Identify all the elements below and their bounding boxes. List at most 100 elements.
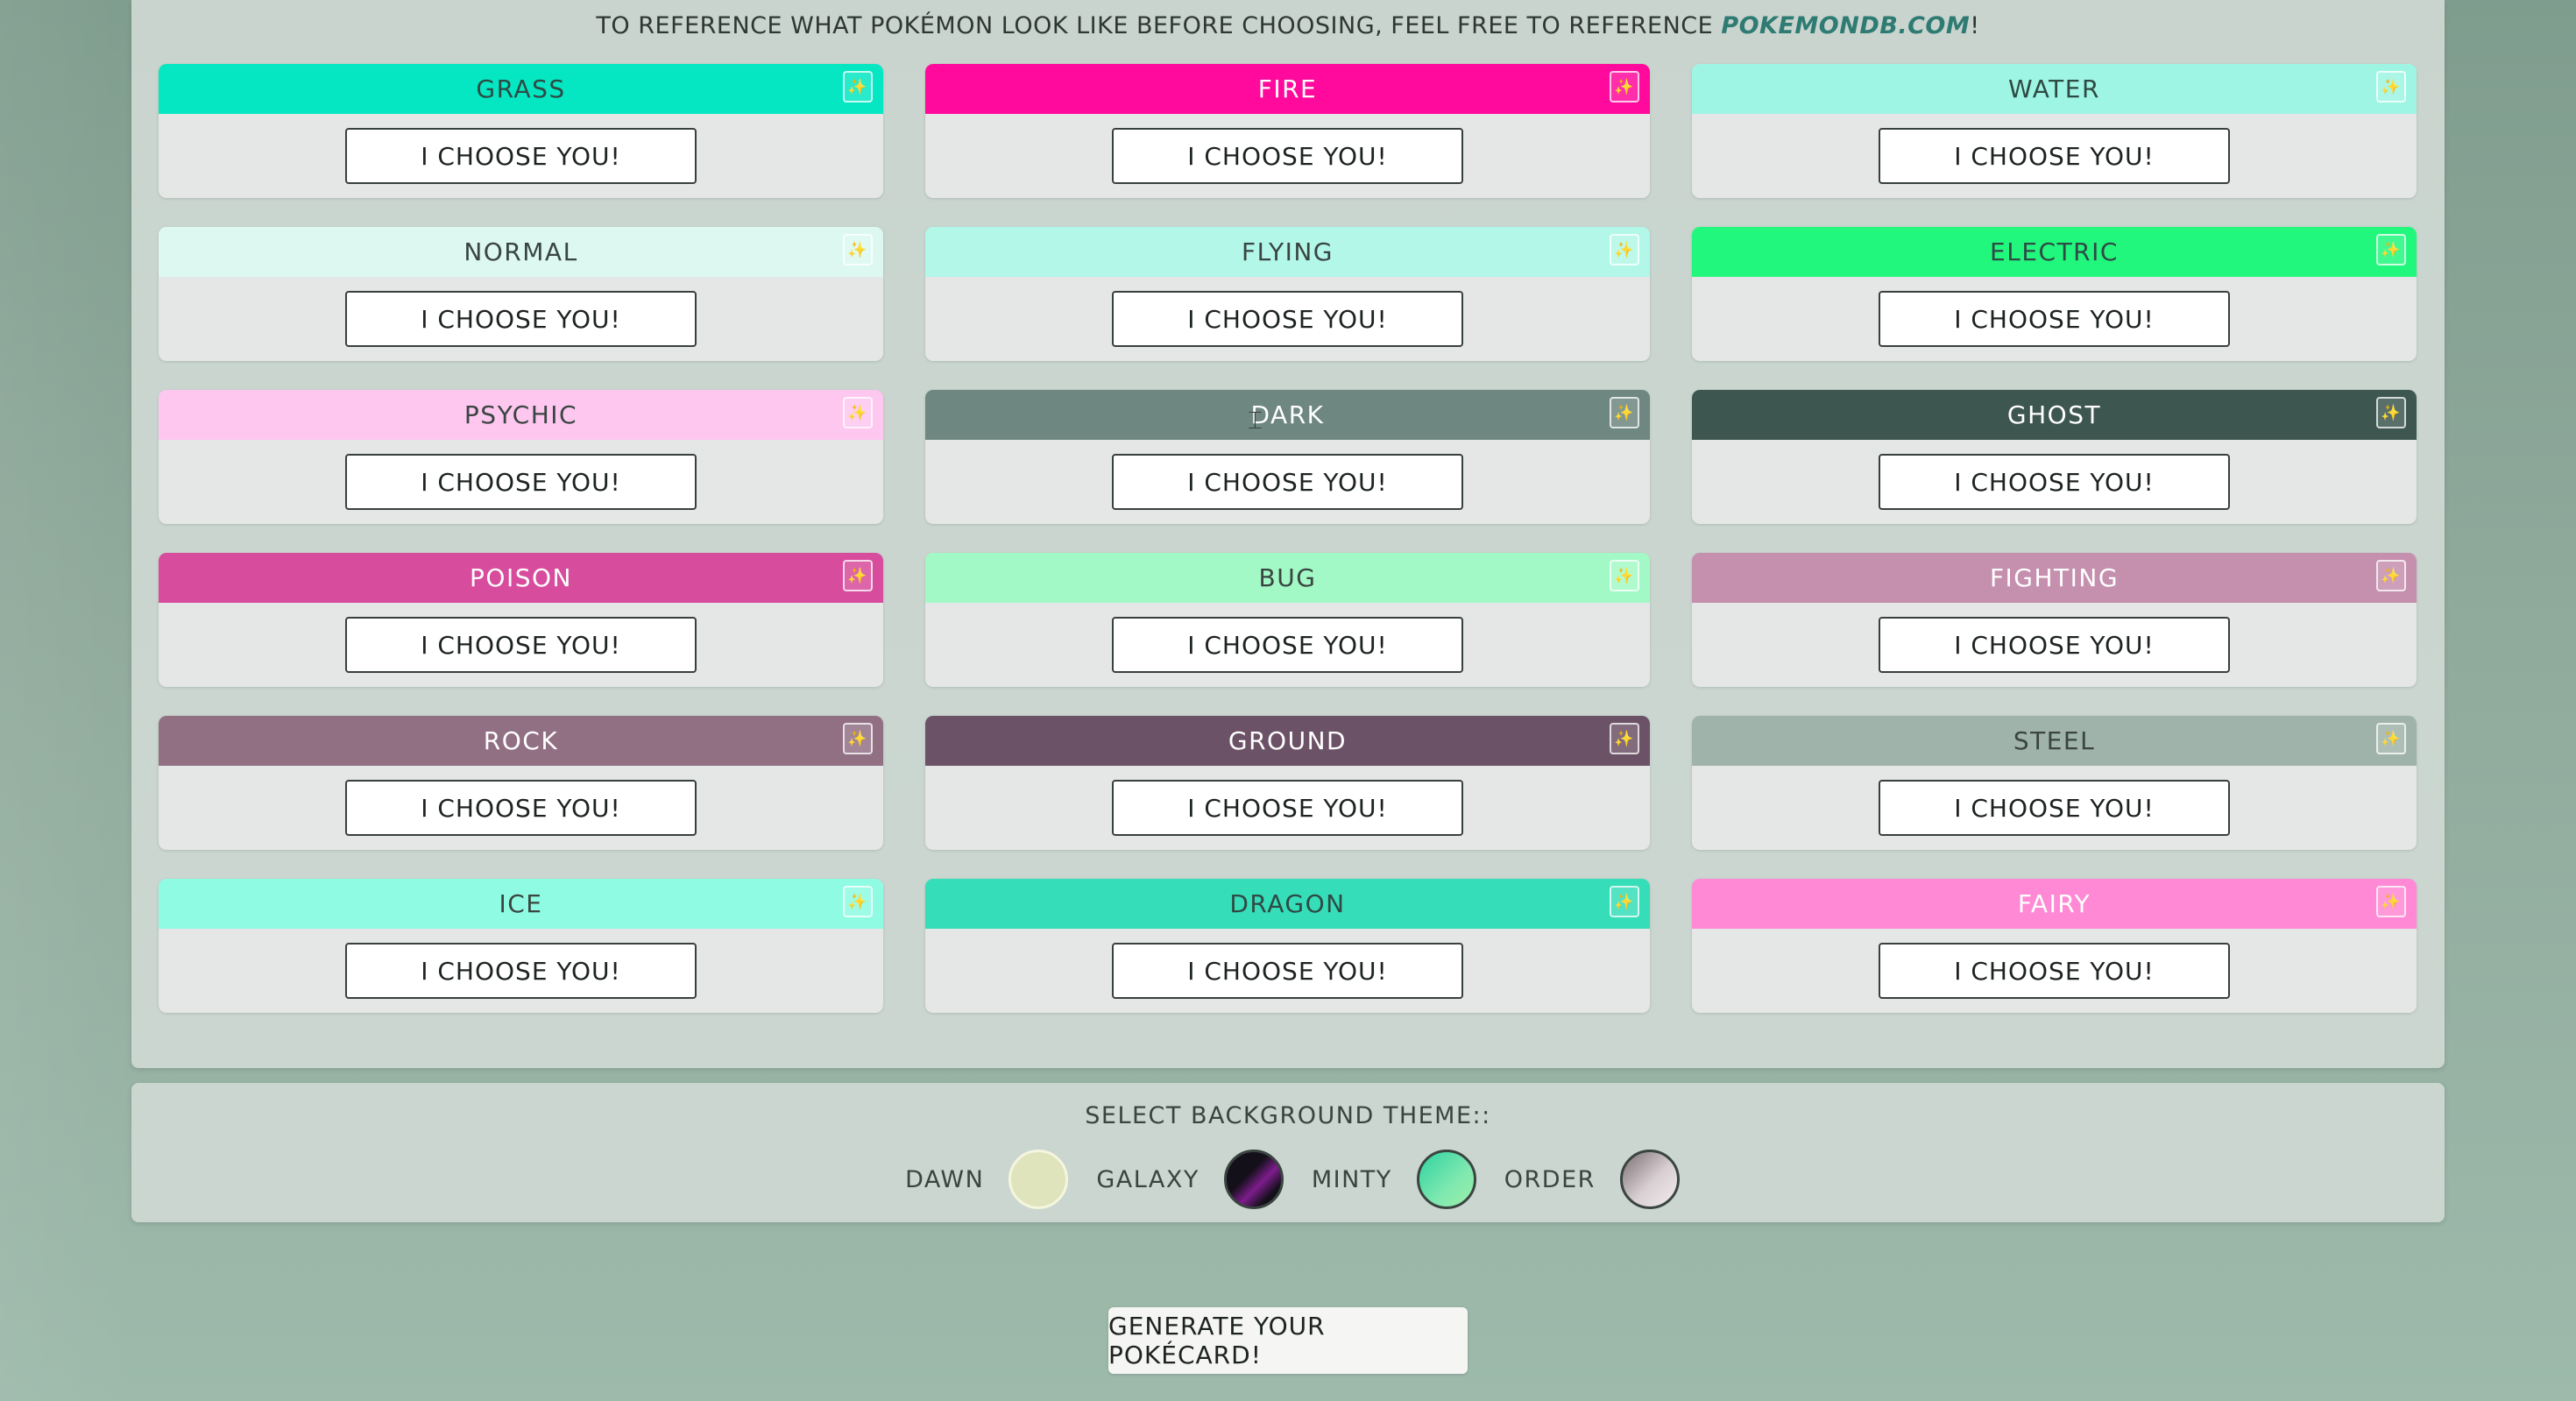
text-cursor-icon: ⌶ <box>1248 406 1263 435</box>
type-card-electric: ELECTRIC ✨ I CHOOSE YOU! <box>1692 227 2417 361</box>
minty-swatch-icon[interactable] <box>1416 1150 1476 1209</box>
choose-button-bug[interactable]: I CHOOSE YOU! <box>1112 617 1463 673</box>
type-label: GHOST <box>2006 400 2102 429</box>
theme-label-minty: MINTY <box>1311 1165 1392 1193</box>
choose-button-flying[interactable]: I CHOOSE YOU! <box>1112 291 1463 347</box>
choose-button-ice[interactable]: I CHOOSE YOU! <box>345 943 697 999</box>
type-card-flying: FLYING ✨ I CHOOSE YOU! <box>925 227 1650 361</box>
type-card-water: WATER ✨ I CHOOSE YOU! <box>1692 64 2417 198</box>
choose-button-psychic[interactable]: I CHOOSE YOU! <box>345 454 697 510</box>
choose-button-fire[interactable]: I CHOOSE YOU! <box>1112 128 1463 184</box>
sparkle-icon[interactable]: ✨ <box>2376 71 2406 103</box>
sparkle-icon[interactable]: ✨ <box>2376 560 2406 591</box>
type-header-steel: STEEL ✨ <box>1692 716 2417 766</box>
type-header-ice: ICE ✨ <box>159 879 883 929</box>
theme-option-minty[interactable]: MINTY <box>1312 1150 1476 1209</box>
type-header-bug: BUG ✨ <box>925 553 1650 603</box>
sparkle-icon[interactable]: ✨ <box>843 71 873 103</box>
sparkle-icon[interactable]: ✨ <box>1610 234 1639 265</box>
generate-pokecard-button[interactable]: GENERATE YOUR POKÉCARD! <box>1108 1307 1468 1374</box>
choose-button-ground[interactable]: I CHOOSE YOU! <box>1112 780 1463 836</box>
sparkle-icon[interactable]: ✨ <box>843 234 873 265</box>
type-card-grass: GRASS ✨ I CHOOSE YOU! <box>159 64 883 198</box>
choose-button-fighting[interactable]: I CHOOSE YOU! <box>1879 617 2230 673</box>
sparkle-icon[interactable]: ✨ <box>2376 723 2406 754</box>
order-swatch-icon[interactable] <box>1619 1150 1680 1209</box>
type-card-bug: BUG ✨ I CHOOSE YOU! <box>925 553 1650 687</box>
theme-options: DAWN GALAXY MINTY ORDER <box>131 1150 2445 1209</box>
type-label: FIGHTING <box>1989 563 2120 592</box>
sparkle-icon[interactable]: ✨ <box>1610 560 1639 591</box>
type-card-steel: STEEL ✨ I CHOOSE YOU! <box>1692 716 2417 850</box>
type-label: FLYING <box>1242 237 1334 266</box>
type-header-normal: NORMAL ✨ <box>159 227 883 277</box>
type-header-ghost: GHOST ✨ <box>1692 390 2417 440</box>
type-label: FIRE <box>1257 74 1318 103</box>
choose-button-dark[interactable]: I CHOOSE YOU! <box>1112 454 1463 510</box>
sparkle-icon[interactable]: ✨ <box>843 723 873 754</box>
type-grid: GRASS ✨ I CHOOSE YOU! FIRE ✨ I CHOOSE YOU! WAT… <box>159 64 2417 1013</box>
theme-option-order[interactable]: ORDER <box>1504 1150 1680 1209</box>
sparkle-icon[interactable]: ✨ <box>1610 886 1639 917</box>
type-card-fighting: FIGHTING ✨ I CHOOSE YOU! <box>1692 553 2417 687</box>
type-label: FAIRY <box>2017 889 2091 918</box>
type-card-ground: GROUND ✨ I CHOOSE YOU! <box>925 716 1650 850</box>
type-label: STEEL <box>2013 726 2096 755</box>
type-label: NORMAL <box>464 237 578 266</box>
type-card-dark: DARK ✨ I CHOOSE YOU! <box>925 390 1650 524</box>
type-header-fairy: FAIRY ✨ <box>1692 879 2417 929</box>
dawn-swatch-icon[interactable] <box>1008 1150 1069 1209</box>
type-label: BUG <box>1258 563 1317 592</box>
type-header-dark: DARK ✨ <box>925 390 1650 440</box>
choose-button-dragon[interactable]: I CHOOSE YOU! <box>1112 943 1463 999</box>
choose-button-grass[interactable]: I CHOOSE YOU! <box>345 128 697 184</box>
reference-prefix: TO REFERENCE WHAT POKÉMON LOOK LIKE BEFO… <box>596 12 1722 39</box>
sparkle-icon[interactable]: ✨ <box>2376 886 2406 917</box>
sparkle-icon[interactable]: ✨ <box>1610 723 1639 754</box>
sparkle-icon[interactable]: ✨ <box>2376 397 2406 428</box>
type-header-grass: GRASS ✨ <box>159 64 883 114</box>
theme-label-galaxy: GALAXY <box>1096 1165 1200 1193</box>
type-label: POISON <box>470 563 572 592</box>
choose-button-normal[interactable]: I CHOOSE YOU! <box>345 291 697 347</box>
type-label: GRASS <box>476 74 566 103</box>
sparkle-icon[interactable]: ✨ <box>1610 397 1639 428</box>
theme-option-galaxy[interactable]: GALAXY <box>1096 1150 1284 1209</box>
type-label: WATER <box>2008 74 2100 103</box>
sparkle-icon[interactable]: ✨ <box>2376 234 2406 265</box>
type-header-rock: ROCK ✨ <box>159 716 883 766</box>
choose-button-electric[interactable]: I CHOOSE YOU! <box>1879 291 2230 347</box>
type-header-dragon: DRAGON ✨ <box>925 879 1650 929</box>
choose-button-rock[interactable]: I CHOOSE YOU! <box>345 780 697 836</box>
type-label: ROCK <box>483 726 559 755</box>
type-card-fairy: FAIRY ✨ I CHOOSE YOU! <box>1692 879 2417 1013</box>
choose-button-ghost[interactable]: I CHOOSE YOU! <box>1879 454 2230 510</box>
type-card-normal: NORMAL ✨ I CHOOSE YOU! <box>159 227 883 361</box>
pokemondb-link[interactable]: POKEMONDB.COM <box>1721 12 1970 39</box>
choose-button-steel[interactable]: I CHOOSE YOU! <box>1879 780 2230 836</box>
type-header-electric: ELECTRIC ✨ <box>1692 227 2417 277</box>
sparkle-icon[interactable]: ✨ <box>1610 71 1639 103</box>
theme-panel: SELECT BACKGROUND THEME:: DAWN GALAXY MI… <box>131 1083 2445 1222</box>
type-label: ELECTRIC <box>1990 237 2119 266</box>
type-header-flying: FLYING ✨ <box>925 227 1650 277</box>
type-card-rock: ROCK ✨ I CHOOSE YOU! <box>159 716 883 850</box>
choose-button-water[interactable]: I CHOOSE YOU! <box>1879 128 2230 184</box>
type-label: DRAGON <box>1229 889 1346 918</box>
galaxy-swatch-icon[interactable] <box>1223 1150 1284 1209</box>
type-header-poison: POISON ✨ <box>159 553 883 603</box>
type-card-poison: POISON ✨ I CHOOSE YOU! <box>159 553 883 687</box>
sparkle-icon[interactable]: ✨ <box>843 560 873 591</box>
sparkle-icon[interactable]: ✨ <box>843 397 873 428</box>
type-label: PSYCHIC <box>464 400 578 429</box>
type-header-ground: GROUND ✨ <box>925 716 1650 766</box>
theme-title: SELECT BACKGROUND THEME:: <box>1085 1102 1491 1129</box>
reference-text: TO REFERENCE WHAT POKÉMON LOOK LIKE BEFO… <box>131 12 2445 39</box>
choose-button-poison[interactable]: I CHOOSE YOU! <box>345 617 697 673</box>
sparkle-icon[interactable]: ✨ <box>843 886 873 917</box>
theme-option-dawn[interactable]: DAWN <box>905 1150 1069 1209</box>
type-card-fire: FIRE ✨ I CHOOSE YOU! <box>925 64 1650 198</box>
type-header-fire: FIRE ✨ <box>925 64 1650 114</box>
type-card-ghost: GHOST ✨ I CHOOSE YOU! <box>1692 390 2417 524</box>
choose-button-fairy[interactable]: I CHOOSE YOU! <box>1879 943 2230 999</box>
